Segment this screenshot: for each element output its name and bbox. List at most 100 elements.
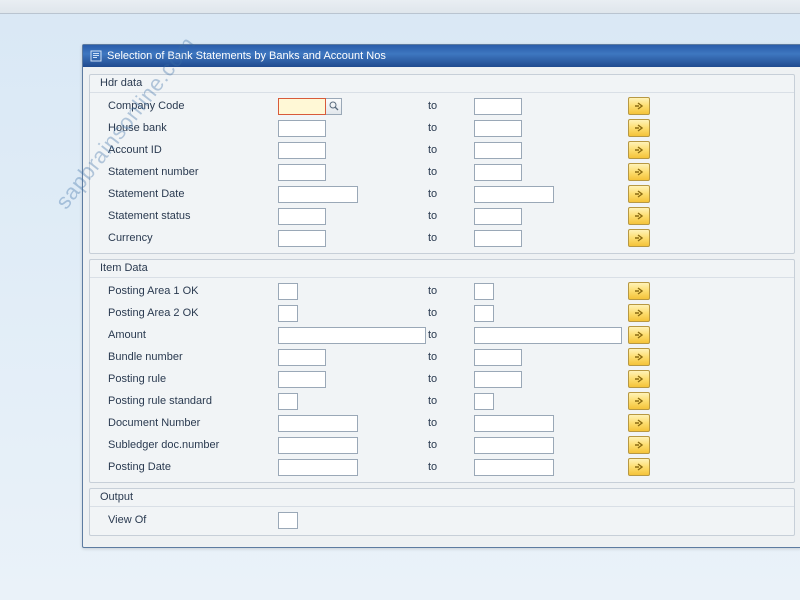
- view-of-input[interactable]: [278, 512, 298, 529]
- posting-rule-to-input[interactable]: [474, 371, 522, 388]
- to-label: to: [428, 232, 474, 244]
- house-bank-to-input[interactable]: [474, 120, 522, 137]
- posting-area-2-from-input[interactable]: [278, 305, 298, 322]
- to-label: to: [428, 461, 474, 473]
- to-label: to: [428, 166, 474, 178]
- currency-from-input[interactable]: [278, 230, 326, 247]
- posting-area-1-to-input[interactable]: [474, 283, 494, 300]
- label-document-number: Document Number: [108, 417, 278, 429]
- document-number-from-input[interactable]: [278, 415, 358, 432]
- row-statement-date: Statement Date to: [90, 183, 794, 205]
- label-view-of: View Of: [108, 514, 278, 526]
- subledger-doc-from-input[interactable]: [278, 437, 358, 454]
- statement-number-to-input[interactable]: [474, 164, 522, 181]
- bundle-number-to-input[interactable]: [474, 349, 522, 366]
- posting-date-to-input[interactable]: [474, 459, 554, 476]
- posting-rule-std-to-input[interactable]: [474, 393, 494, 410]
- to-label: to: [428, 307, 474, 319]
- currency-to-input[interactable]: [474, 230, 522, 247]
- multiple-selection-button[interactable]: [628, 141, 650, 159]
- posting-area-2-to-input[interactable]: [474, 305, 494, 322]
- row-view-of: View Of: [90, 509, 794, 531]
- statement-date-from-input[interactable]: [278, 186, 358, 203]
- subledger-doc-to-input[interactable]: [474, 437, 554, 454]
- label-posting-rule-std: Posting rule standard: [108, 395, 278, 407]
- dialog-icon: [89, 49, 103, 63]
- to-label: to: [428, 285, 474, 297]
- label-company-code: Company Code: [108, 100, 278, 112]
- house-bank-from-input[interactable]: [278, 120, 326, 137]
- company-code-to-input[interactable]: [474, 98, 522, 115]
- dialog-title: Selection of Bank Statements by Banks an…: [107, 45, 386, 67]
- multiple-selection-button[interactable]: [628, 207, 650, 225]
- to-label: to: [428, 329, 474, 341]
- label-posting-area-1: Posting Area 1 OK: [108, 285, 278, 297]
- to-label: to: [428, 351, 474, 363]
- row-posting-date: Posting Date to: [90, 456, 794, 478]
- bundle-number-from-input[interactable]: [278, 349, 326, 366]
- label-house-bank: House bank: [108, 122, 278, 134]
- posting-rule-from-input[interactable]: [278, 371, 326, 388]
- amount-from-input[interactable]: [278, 327, 426, 344]
- row-statement-status: Statement status to: [90, 205, 794, 227]
- account-id-from-input[interactable]: [278, 142, 326, 159]
- multiple-selection-button[interactable]: [628, 458, 650, 476]
- to-label: to: [428, 417, 474, 429]
- row-company-code: Company Code to: [90, 95, 794, 117]
- group-output-title: Output: [90, 489, 794, 506]
- company-code-from-input[interactable]: [278, 98, 326, 115]
- multiple-selection-button[interactable]: [628, 119, 650, 137]
- group-output: Output View Of: [89, 488, 795, 536]
- row-document-number: Document Number to: [90, 412, 794, 434]
- group-hdr-title: Hdr data: [90, 75, 794, 92]
- search-help-icon[interactable]: [326, 98, 342, 115]
- label-posting-rule: Posting rule: [108, 373, 278, 385]
- statement-status-to-input[interactable]: [474, 208, 522, 225]
- multiple-selection-button[interactable]: [628, 392, 650, 410]
- multiple-selection-button[interactable]: [628, 370, 650, 388]
- statement-number-from-input[interactable]: [278, 164, 326, 181]
- to-label: to: [428, 373, 474, 385]
- to-label: to: [428, 188, 474, 200]
- amount-to-input[interactable]: [474, 327, 622, 344]
- label-amount: Amount: [108, 329, 278, 341]
- to-label: to: [428, 122, 474, 134]
- row-account-id: Account ID to: [90, 139, 794, 161]
- label-currency: Currency: [108, 232, 278, 244]
- label-statement-number: Statement number: [108, 166, 278, 178]
- multiple-selection-button[interactable]: [628, 348, 650, 366]
- posting-date-from-input[interactable]: [278, 459, 358, 476]
- multiple-selection-button[interactable]: [628, 185, 650, 203]
- group-hdr-data: Hdr data Company Code to: [89, 74, 795, 254]
- multiple-selection-button[interactable]: [628, 414, 650, 432]
- to-label: to: [428, 395, 474, 407]
- posting-area-1-from-input[interactable]: [278, 283, 298, 300]
- selection-dialog: Selection of Bank Statements by Banks an…: [82, 44, 800, 548]
- multiple-selection-button[interactable]: [628, 326, 650, 344]
- group-item-data: Item Data Posting Area 1 OK to Posting A…: [89, 259, 795, 483]
- multiple-selection-button[interactable]: [628, 97, 650, 115]
- to-label: to: [428, 210, 474, 222]
- to-label: to: [428, 144, 474, 156]
- label-statement-status: Statement status: [108, 210, 278, 222]
- dialog-body: Hdr data Company Code to: [83, 67, 800, 547]
- app-background: sapbrainsonline.com Selection of Bank St…: [0, 0, 800, 600]
- label-posting-date: Posting Date: [108, 461, 278, 473]
- posting-rule-std-from-input[interactable]: [278, 393, 298, 410]
- label-account-id: Account ID: [108, 144, 278, 156]
- multiple-selection-button[interactable]: [628, 163, 650, 181]
- dialog-titlebar: Selection of Bank Statements by Banks an…: [83, 45, 800, 67]
- multiple-selection-button[interactable]: [628, 304, 650, 322]
- group-item-title: Item Data: [90, 260, 794, 277]
- row-statement-number: Statement number to: [90, 161, 794, 183]
- account-id-to-input[interactable]: [474, 142, 522, 159]
- statement-date-to-input[interactable]: [474, 186, 554, 203]
- document-number-to-input[interactable]: [474, 415, 554, 432]
- row-bundle-number: Bundle number to: [90, 346, 794, 368]
- statement-status-from-input[interactable]: [278, 208, 326, 225]
- multiple-selection-button[interactable]: [628, 229, 650, 247]
- multiple-selection-button[interactable]: [628, 282, 650, 300]
- row-house-bank: House bank to: [90, 117, 794, 139]
- multiple-selection-button[interactable]: [628, 436, 650, 454]
- label-statement-date: Statement Date: [108, 188, 278, 200]
